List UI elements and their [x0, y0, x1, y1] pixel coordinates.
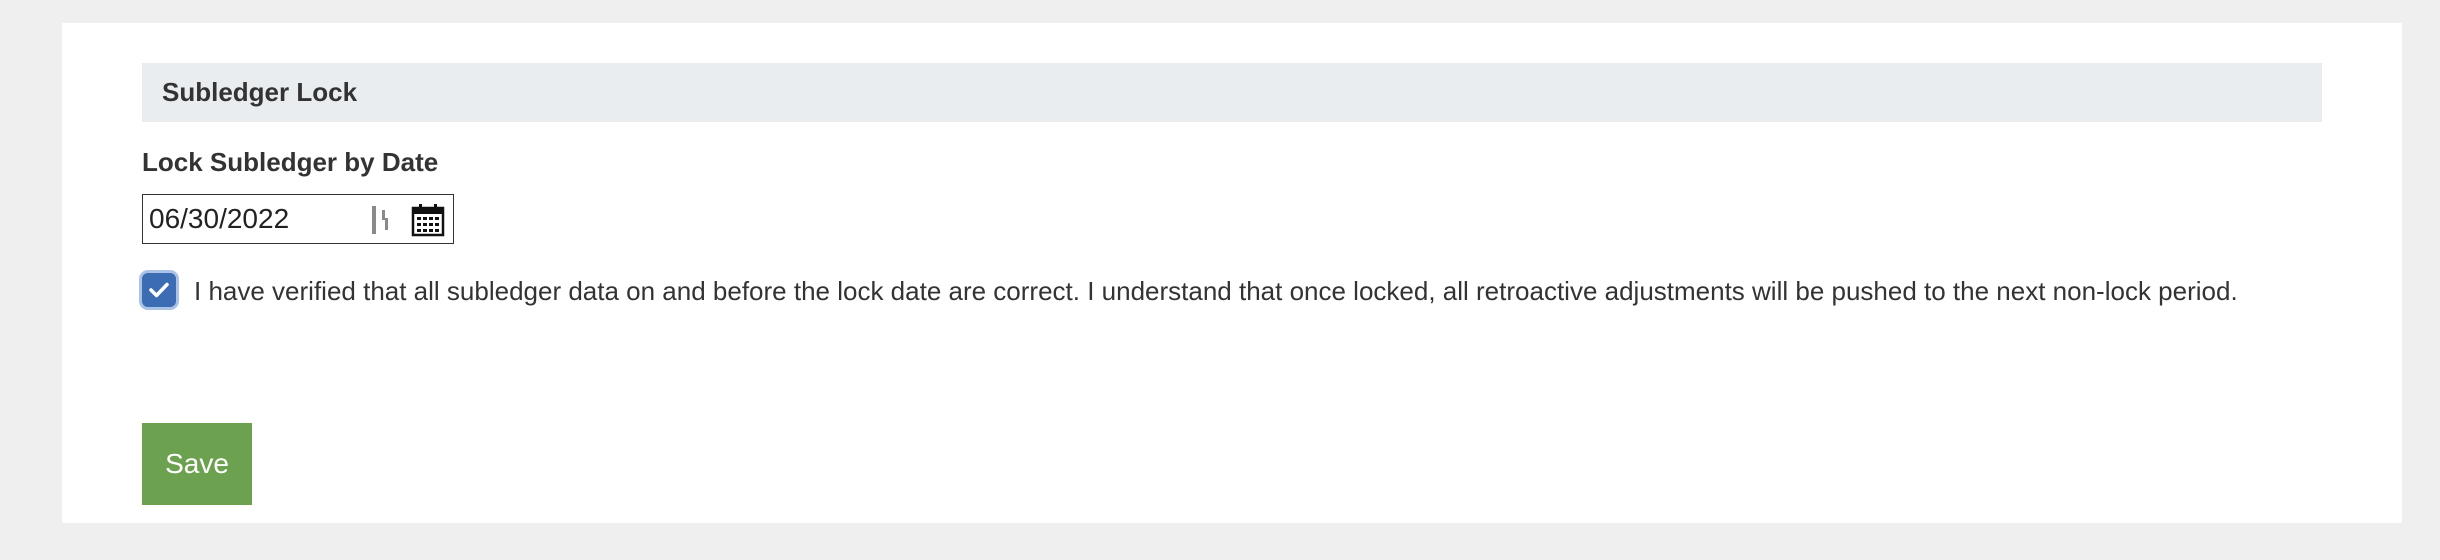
confirmation-text: I have verified that all subledger data … — [194, 276, 2238, 306]
lock-date-field[interactable] — [142, 194, 454, 244]
calendar-icon[interactable] — [411, 203, 445, 237]
checkmark-icon — [149, 282, 169, 298]
section-header: Subledger Lock — [142, 63, 2322, 122]
settings-panel: Subledger Lock Lock Subledger by Date 06… — [62, 23, 2402, 523]
lock-date-label: Lock Subledger by Date — [142, 147, 439, 177]
save-button[interactable]: Save — [142, 423, 252, 505]
lock-date-input[interactable] — [149, 195, 359, 243]
text-cursor-icon — [369, 204, 393, 236]
section-title: Subledger Lock — [162, 77, 358, 107]
confirmation-checkbox[interactable] — [142, 273, 176, 307]
